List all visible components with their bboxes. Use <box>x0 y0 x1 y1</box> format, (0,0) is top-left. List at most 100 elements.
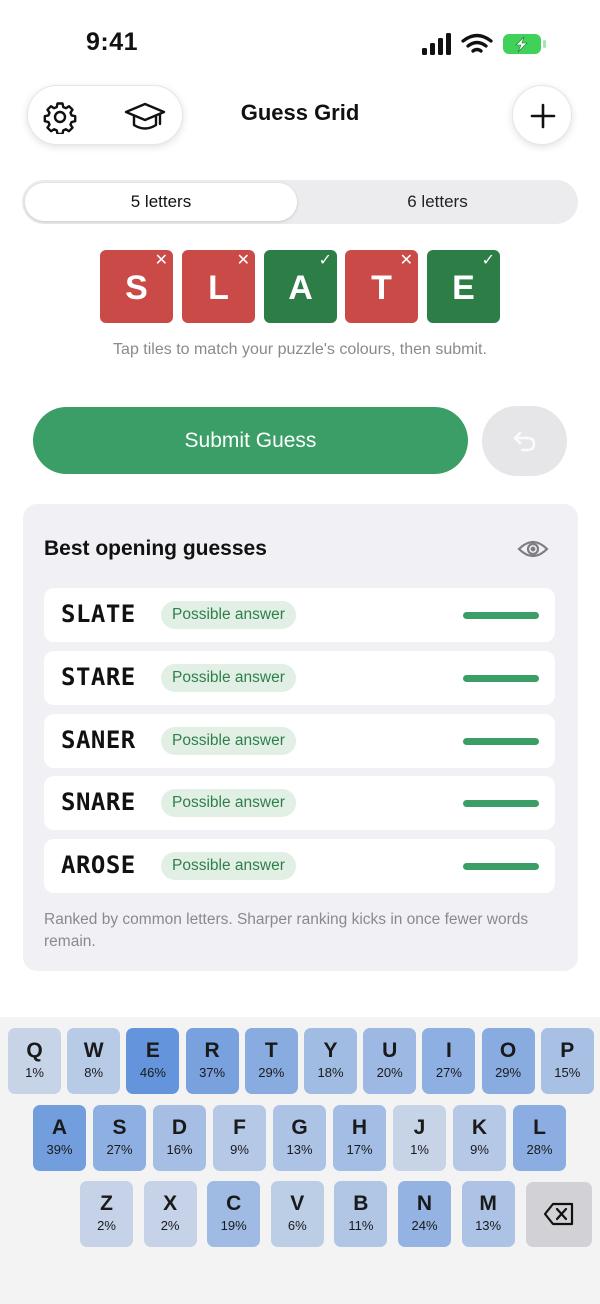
key-letter: E <box>145 1039 160 1062</box>
guess-tile[interactable]: S ✕ <box>100 250 173 323</box>
key-letter: I <box>445 1039 452 1062</box>
eye-icon[interactable] <box>517 537 549 561</box>
tile-letter: E <box>452 269 475 307</box>
key-frequency: 46% <box>139 1065 166 1080</box>
key-letter: F <box>233 1116 246 1139</box>
score-bar <box>463 612 539 619</box>
suggestion-row[interactable]: SNARE Possible answer <box>44 776 555 830</box>
key-frequency: 11% <box>348 1218 374 1233</box>
status-time: 9:41 <box>86 28 139 56</box>
key-frequency: 18% <box>317 1065 344 1080</box>
graduation-cap-icon[interactable] <box>124 100 166 134</box>
key-q[interactable]: Q 1% <box>8 1028 61 1094</box>
suggestion-word: SLATE <box>61 600 136 628</box>
key-o[interactable]: O 29% <box>481 1028 535 1094</box>
suggestion-row[interactable]: SLATE Possible answer <box>44 588 555 642</box>
score-bar <box>463 800 539 807</box>
submit-guess-button[interactable]: Submit Guess <box>33 407 468 474</box>
key-letter: U <box>382 1039 398 1062</box>
key-frequency: 13% <box>286 1142 313 1157</box>
key-frequency: 9% <box>470 1142 489 1157</box>
battery-charging-icon <box>503 34 546 54</box>
key-frequency: 1% <box>410 1142 429 1157</box>
key-a[interactable]: A 39% <box>33 1105 86 1171</box>
undo-button[interactable] <box>482 406 567 476</box>
add-button[interactable] <box>512 85 572 145</box>
suggestion-row[interactable]: STARE Possible answer <box>44 651 555 705</box>
tile-letter: T <box>371 269 392 307</box>
possible-answer-badge: Possible answer <box>161 789 296 817</box>
key-z[interactable]: Z 2% <box>80 1181 133 1247</box>
segment-5-letters[interactable]: 5 letters <box>25 183 297 221</box>
key-letter: Q <box>26 1039 43 1062</box>
key-i[interactable]: I 27% <box>422 1028 476 1094</box>
suggestion-word: SNARE <box>61 788 136 816</box>
key-frequency: 27% <box>435 1065 462 1080</box>
key-letter: M <box>479 1192 497 1215</box>
gear-icon[interactable] <box>43 100 77 134</box>
key-e[interactable]: E 46% <box>126 1028 180 1094</box>
key-u[interactable]: U 20% <box>363 1028 417 1094</box>
guess-tile[interactable]: A ✓ <box>264 250 337 323</box>
key-t[interactable]: T 29% <box>244 1028 298 1094</box>
key-frequency: 37% <box>199 1065 226 1080</box>
absent-mark-icon: ✕ <box>399 252 413 269</box>
key-v[interactable]: V 6% <box>270 1181 324 1247</box>
score-bar <box>463 738 539 745</box>
instruction-hint: Tap tiles to match your puzzle's colours… <box>113 341 487 358</box>
key-frequency: 24% <box>411 1218 438 1233</box>
key-frequency: 15% <box>554 1065 581 1080</box>
absent-mark-icon: ✕ <box>236 252 250 269</box>
possible-answer-badge: Possible answer <box>161 727 296 755</box>
key-r[interactable]: R 37% <box>185 1028 239 1094</box>
guess-tile[interactable]: T ✕ <box>345 250 418 323</box>
key-letter: G <box>291 1116 308 1139</box>
key-letter: X <box>163 1192 178 1215</box>
score-bar <box>463 675 539 682</box>
key-m[interactable]: M 13% <box>461 1181 515 1247</box>
key-frequency: 29% <box>495 1065 522 1080</box>
key-y[interactable]: Y 18% <box>304 1028 357 1094</box>
key-s[interactable]: S 27% <box>93 1105 146 1171</box>
card-title: Best opening guesses <box>44 537 267 560</box>
guess-tile[interactable]: E ✓ <box>427 250 500 323</box>
key-frequency: 19% <box>220 1218 247 1233</box>
key-k[interactable]: K 9% <box>453 1105 506 1171</box>
key-p[interactable]: P 15% <box>540 1028 594 1094</box>
key-c[interactable]: C 19% <box>207 1181 261 1247</box>
suggestion-row[interactable]: SANER Possible answer <box>44 714 555 768</box>
key-b[interactable]: B 11% <box>334 1181 388 1247</box>
key-d[interactable]: D 16% <box>153 1105 206 1171</box>
correct-check-icon: ✓ <box>318 252 332 269</box>
tile-letter: L <box>208 269 229 307</box>
key-h[interactable]: H 17% <box>333 1105 386 1171</box>
key-f[interactable]: F 9% <box>213 1105 266 1171</box>
key-letter: A <box>51 1116 68 1139</box>
key-x[interactable]: X 2% <box>143 1181 197 1247</box>
key-letter: K <box>471 1116 488 1139</box>
key-n[interactable]: N 24% <box>398 1181 451 1247</box>
absent-mark-icon: ✕ <box>154 252 168 269</box>
tile-letter: S <box>125 269 148 307</box>
key-frequency: 16% <box>166 1142 193 1157</box>
plus-icon <box>530 103 556 129</box>
key-j[interactable]: J 1% <box>393 1105 446 1171</box>
key-letter: D <box>171 1116 188 1139</box>
suggestion-row[interactable]: AROSE Possible answer <box>44 839 555 893</box>
key-frequency: 2% <box>97 1218 116 1233</box>
key-g[interactable]: G 13% <box>273 1105 326 1171</box>
key-letter: Y <box>323 1039 338 1062</box>
key-frequency: 17% <box>346 1142 373 1157</box>
word-length-segmented-control: 5 letters 6 letters <box>22 180 578 224</box>
segment-6-letters[interactable]: 6 letters <box>300 183 575 221</box>
key-frequency: 13% <box>475 1218 502 1233</box>
backspace-key[interactable] <box>526 1182 592 1247</box>
key-l[interactable]: L 28% <box>513 1105 566 1171</box>
key-letter: O <box>499 1039 517 1062</box>
suggestion-word: SANER <box>61 726 136 754</box>
score-bar <box>463 863 539 870</box>
guess-tile[interactable]: L ✕ <box>182 250 255 323</box>
key-w[interactable]: W 8% <box>67 1028 121 1094</box>
key-letter: T <box>264 1039 278 1062</box>
key-letter: S <box>112 1116 127 1139</box>
